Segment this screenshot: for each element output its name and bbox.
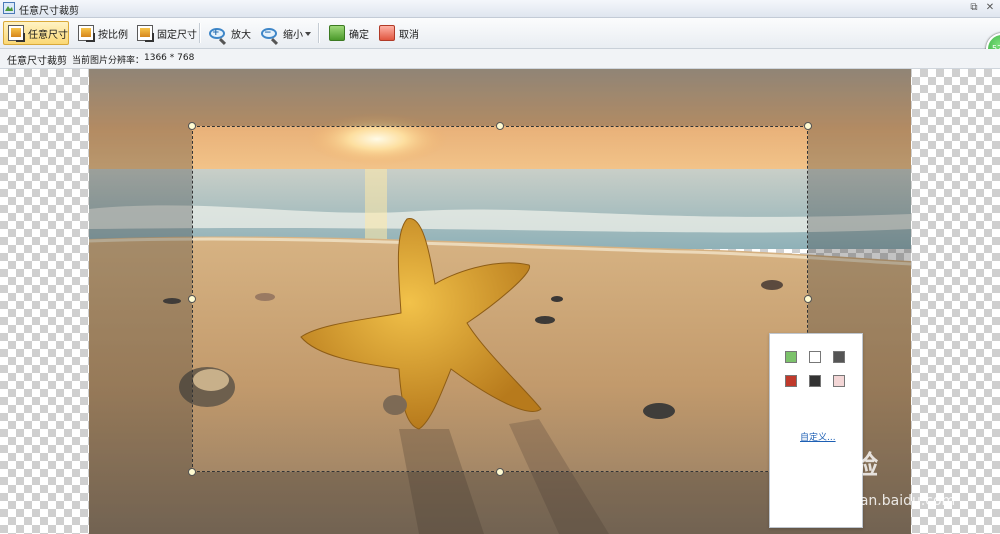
toolbar-separator <box>199 23 201 43</box>
free-size-button[interactable]: 任意尺寸 <box>3 21 69 45</box>
info-bar: 任意尺寸裁剪 当前图片分辨率： 1366 * 768 <box>0 49 1000 69</box>
crop-icon <box>137 25 154 42</box>
crop-handle-right[interactable] <box>804 295 812 303</box>
by-ratio-button[interactable]: 按比例 <box>74 21 130 45</box>
watermark-url: jingyan.baidu.com <box>826 493 956 509</box>
app-icon <box>3 2 15 14</box>
watermark-logo: 经验 <box>826 451 879 481</box>
zoom-in-button[interactable]: + 放大 <box>205 21 251 45</box>
crop-handle-top[interactable] <box>496 122 504 130</box>
cancel-button[interactable]: 取消 <box>375 21 421 45</box>
restore-icon[interactable]: ⧉ <box>968 2 980 14</box>
crop-handle-left[interactable] <box>188 295 196 303</box>
cancel-icon <box>379 25 395 41</box>
shield-icon[interactable] <box>785 351 797 363</box>
resolution-label: 当前图片分辨率： <box>72 56 145 66</box>
crop-handle-bottom-left[interactable] <box>188 468 196 476</box>
crop-icon <box>78 25 95 42</box>
toolbar-separator <box>318 23 320 43</box>
window-title: 任意尺寸裁剪 <box>19 6 79 17</box>
crop-mask <box>89 69 911 126</box>
zoom-dropdown-icon[interactable] <box>305 32 311 36</box>
security-icon[interactable] <box>785 375 797 387</box>
zoom-out-button[interactable]: − 缩小 <box>257 21 303 45</box>
zoom-in-icon: + <box>209 27 225 39</box>
confirm-icon <box>329 25 345 41</box>
crop-handle-top-right[interactable] <box>804 122 812 130</box>
confirm-button[interactable]: 确定 <box>325 21 371 45</box>
toolbar: 任意尺寸 按比例 固定尺寸 + 放大 − 缩小 确定 取消 <box>0 18 1000 49</box>
crop-handle-bottom[interactable] <box>496 468 504 476</box>
title-bar: 任意尺寸裁剪 ⧉ ✕ <box>0 0 1000 18</box>
close-icon[interactable]: ✕ <box>984 2 996 14</box>
settings-icon[interactable] <box>809 375 821 387</box>
crop-mode-label: 任意尺寸裁剪 <box>7 56 67 67</box>
monitor-icon[interactable] <box>833 351 845 363</box>
fixed-size-button[interactable]: 固定尺寸 <box>133 21 197 45</box>
resolution-value: 1366 * 768 <box>144 53 195 63</box>
custom-link[interactable]: 自定义... <box>800 430 836 443</box>
zoom-out-icon: − <box>261 27 277 39</box>
crop-icon <box>8 25 25 42</box>
crop-mask <box>89 126 192 472</box>
crop-selection[interactable] <box>192 126 808 472</box>
crop-handle-top-left[interactable] <box>188 122 196 130</box>
close-icon[interactable] <box>833 375 845 387</box>
flag-icon[interactable] <box>809 351 821 363</box>
